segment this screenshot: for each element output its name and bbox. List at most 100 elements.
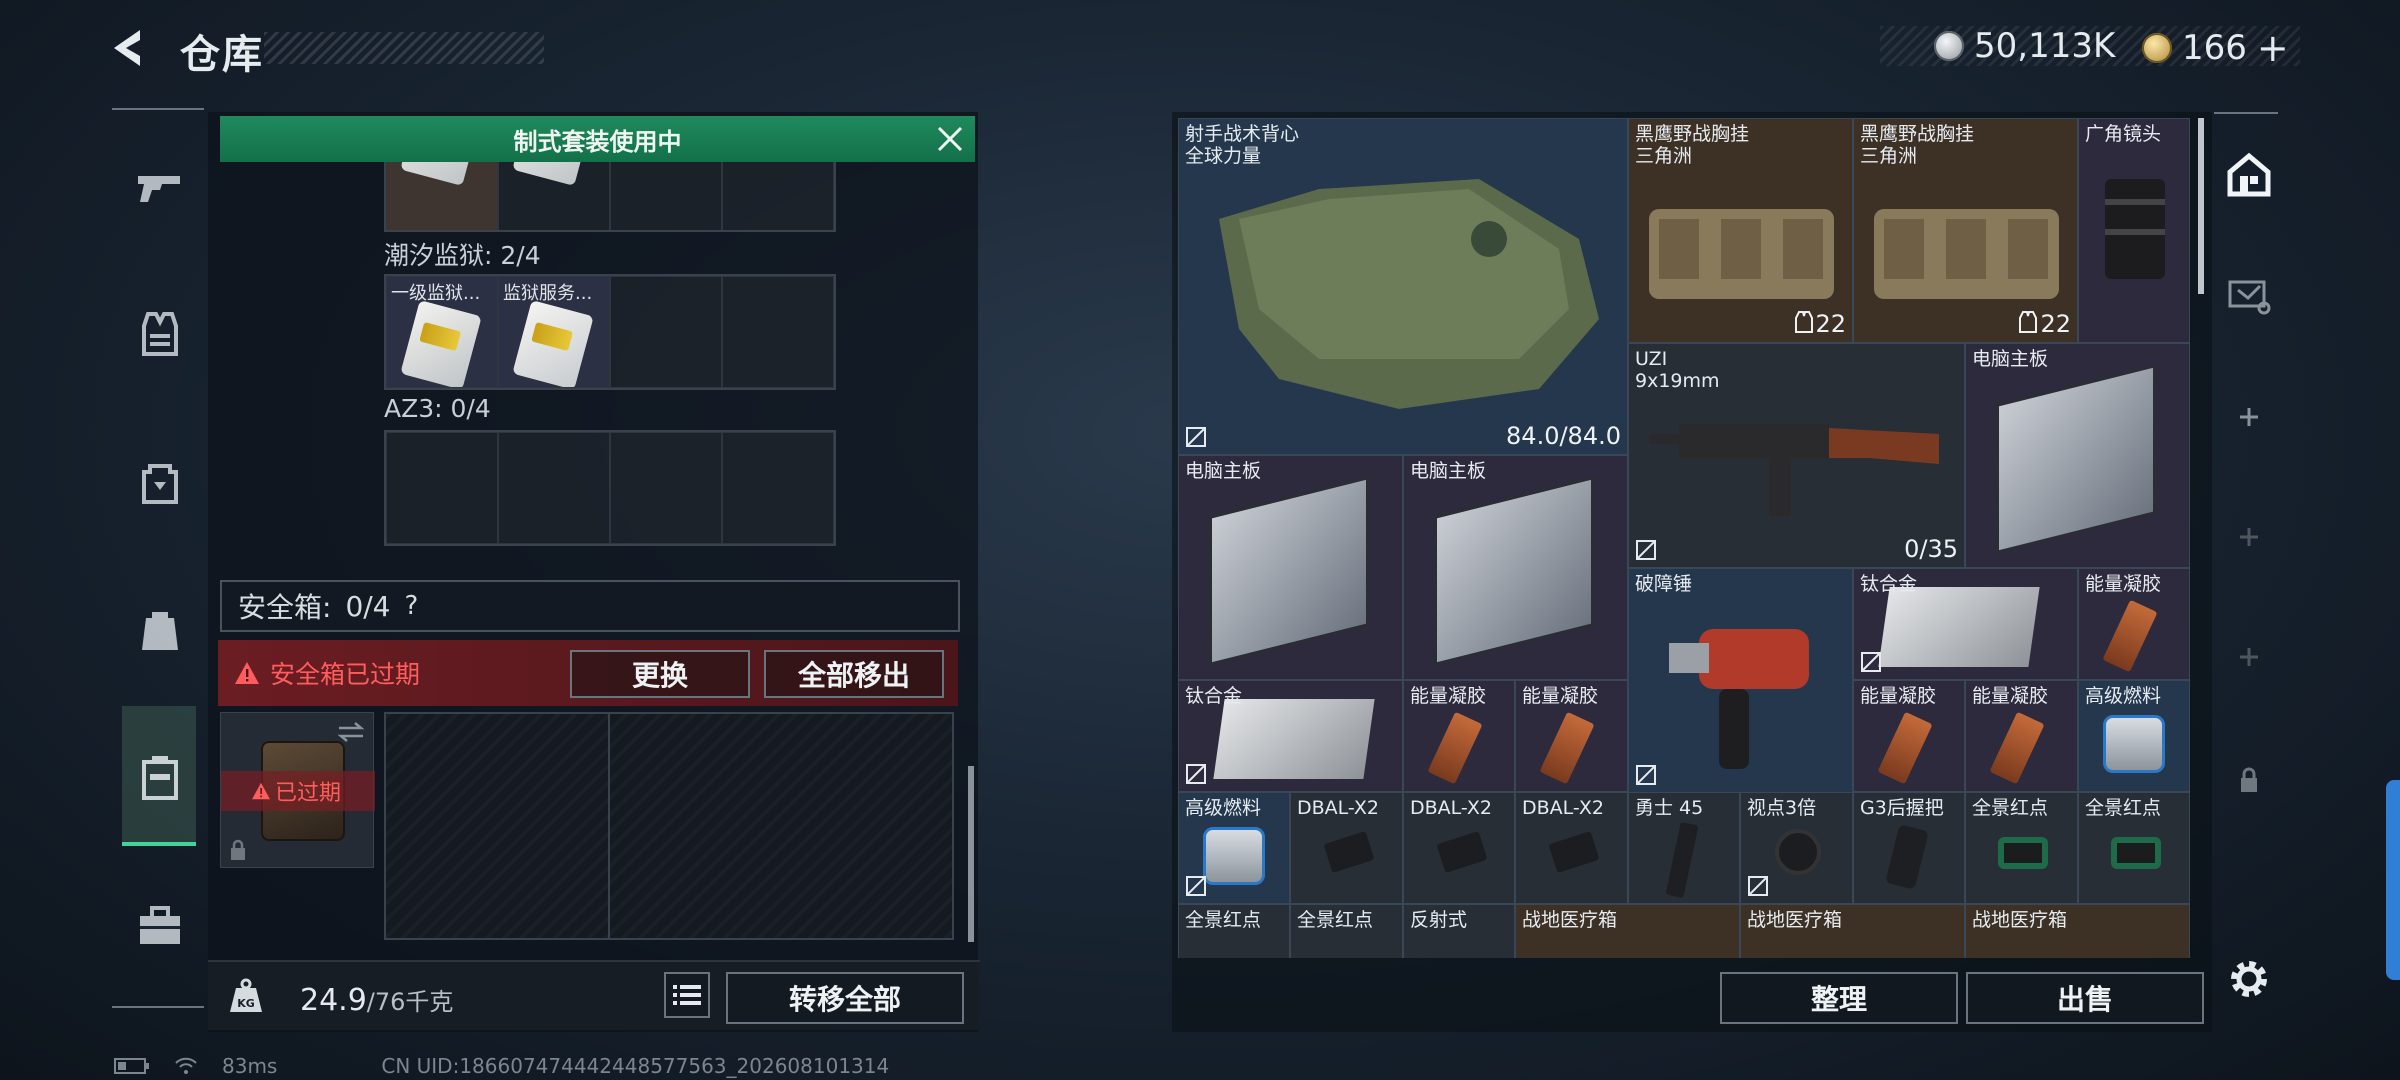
storage-item-fuel[interactable]: 高级燃料 [2078,680,2190,792]
storage-item-energy-gel[interactable]: 能量凝胶 [1965,680,2078,792]
storage-item-grip[interactable]: G3后握把 [1853,792,1965,904]
item-name: 能量凝胶 [1410,685,1487,707]
storage-item-titanium[interactable]: 钛合金 [1178,680,1403,792]
storage-item-uzi[interactable]: UZI 9x19mm 0/35 [1628,343,1965,568]
item-name: DBAL-X2 [1522,797,1604,819]
energy-gel-image [1989,711,2045,785]
safebox-header: 安全箱: 0/4 ? [220,580,960,632]
battery-icon [114,1057,150,1075]
storage-item-dbal[interactable]: DBAL-X2 [1403,792,1515,904]
list-view-button[interactable] [664,972,710,1018]
settings-gear-icon[interactable] [2224,954,2274,1004]
pouch-nav-icon[interactable] [134,604,186,656]
no-trade-icon [1186,427,1206,447]
storage-item-motherboard[interactable]: 电脑主板 [1965,343,2190,568]
slot[interactable] [610,432,722,544]
item-name: 电脑主板 [1972,348,2049,370]
add-tab-icon[interactable] [2226,514,2272,560]
backpack-nav-icon[interactable] [134,456,186,508]
storage-scrollbar[interactable] [2198,118,2204,294]
item-name: 全景红点 [1297,909,1374,931]
storage-item-lens[interactable]: 广角镜头 [2078,118,2190,343]
item-name: 射手战术背心 全球力量 [1185,123,1300,167]
titanium-plate-image [1878,587,2040,667]
slot[interactable] [386,432,498,544]
storage-item-reflex[interactable]: 反射式 [1403,904,1515,958]
storage-item-medkit[interactable]: 战地医疗箱 [1740,904,1965,958]
dbal-laser-image [1436,830,1488,874]
keycard-slot[interactable]: 一级监狱... [386,276,498,388]
no-trade-icon [1861,652,1881,672]
section-label-tide-prison: 潮汐监狱: 2/4 [384,241,541,270]
storage-item-red-dot[interactable]: 全景红点 [1290,904,1403,958]
storage-item-red-dot[interactable]: 全景红点 [1965,792,2078,904]
storage-item-vest[interactable]: 射手战术背心 全球力量 84.0/84.0 [1178,118,1628,455]
back-arrow-icon[interactable] [108,26,152,70]
remove-all-button[interactable]: 全部移出 [764,650,944,698]
slot[interactable] [498,432,610,544]
fuel-can-image [1203,827,1265,885]
swap-icon[interactable] [337,721,365,743]
slot[interactable] [722,432,834,544]
storage-tab-2-icon[interactable] [2226,272,2272,318]
storage-item-magazine[interactable]: 勇士 45 [1628,792,1740,904]
storage-item-titanium[interactable]: 钛合金 [1853,568,2078,680]
section-label-az3: AZ3: 0/4 [384,394,491,423]
storage-item-dbal[interactable]: DBAL-X2 [1290,792,1403,904]
storage-item-dbal[interactable]: DBAL-X2 [1515,792,1628,904]
replace-button[interactable]: 更换 [570,650,750,698]
item-name: DBAL-X2 [1410,797,1492,819]
storage-item-energy-gel[interactable]: 能量凝胶 [1853,680,1965,792]
storage-item-chest-rig[interactable]: 黑鹰野战胸挂 三角洲 22 [1628,118,1853,343]
warehouse-tab-icon[interactable] [2226,152,2272,198]
storage-item-energy-gel[interactable]: 能量凝胶 [1515,680,1628,792]
item-name: 全景红点 [1185,909,1262,931]
dbal-laser-image [1548,830,1600,874]
storage-item-medkit[interactable]: 战地医疗箱 [1965,904,2190,958]
add-currency-icon[interactable]: + [2257,26,2289,70]
help-icon[interactable]: ? [405,591,419,621]
slot[interactable] [722,276,834,388]
item-name: 能量凝胶 [1522,685,1599,707]
add-tab-icon[interactable] [2226,394,2272,440]
toolbox-nav-icon[interactable] [134,900,186,952]
storage-item-scope[interactable]: 视点3倍 [1740,792,1853,904]
storage-item-breach-hammer[interactable]: 破障锤 [1628,568,1853,793]
side-drawer-handle[interactable] [2386,780,2400,980]
safebox-slot[interactable]: 已过期 [220,712,375,868]
storage-item-red-dot[interactable]: 全景红点 [2078,792,2190,904]
storage-item-energy-gel[interactable]: 能量凝胶 [1403,680,1515,792]
red-dot-sight-image [2111,837,2161,869]
storage-item-red-dot[interactable]: 全景红点 [1178,904,1290,958]
svg-text:KG: KG [237,997,255,1010]
safebox-nav-icon[interactable] [134,752,186,804]
currency-silver-value: 50,113K [1974,26,2116,66]
sell-button[interactable]: 出售 [1966,972,2204,1024]
add-tab-icon[interactable] [2226,634,2272,680]
vest-nav-icon[interactable] [134,308,186,360]
item-name: 战地医疗箱 [1522,909,1618,931]
organize-button[interactable]: 整理 [1720,972,1958,1024]
red-dot-sight-image [1998,837,2048,869]
item-name: 破障锤 [1635,573,1693,595]
storage-item-motherboard[interactable]: 电脑主板 [1178,455,1403,680]
storage-item-medkit[interactable]: 战地医疗箱 [1515,904,1740,958]
no-trade-icon [1636,765,1656,785]
keycard-slot[interactable]: 监狱服务... [498,276,610,388]
weight-readout: 24.9/76千克 [300,982,453,1018]
uid-readout: CN UID:1866074744424485775­63_2026081013… [381,1054,890,1078]
item-durability: 84.0/84.0 [1506,422,1621,450]
storage-item-fuel[interactable]: 高级燃料 [1178,792,1290,904]
status-bar: 83ms CN UID:1866074744424485775­63_20260… [114,1054,889,1078]
slot[interactable] [610,276,722,388]
storage-item-chest-rig[interactable]: 黑鹰野战胸挂 三角洲 22 [1853,118,2078,343]
item-name: 能量凝胶 [2085,573,2162,595]
scrollbar[interactable] [968,766,974,942]
storage-item-motherboard[interactable]: 电脑主板 [1403,455,1628,680]
storage-item-energy-gel[interactable]: 能量凝胶 [2078,568,2190,680]
storage-tabs [2214,112,2278,1012]
close-icon[interactable] [935,124,965,154]
currency-gold[interactable]: 166 + [2142,26,2289,70]
weapon-nav-icon[interactable] [134,160,186,212]
transfer-all-button[interactable]: 转移全部 [726,972,964,1024]
